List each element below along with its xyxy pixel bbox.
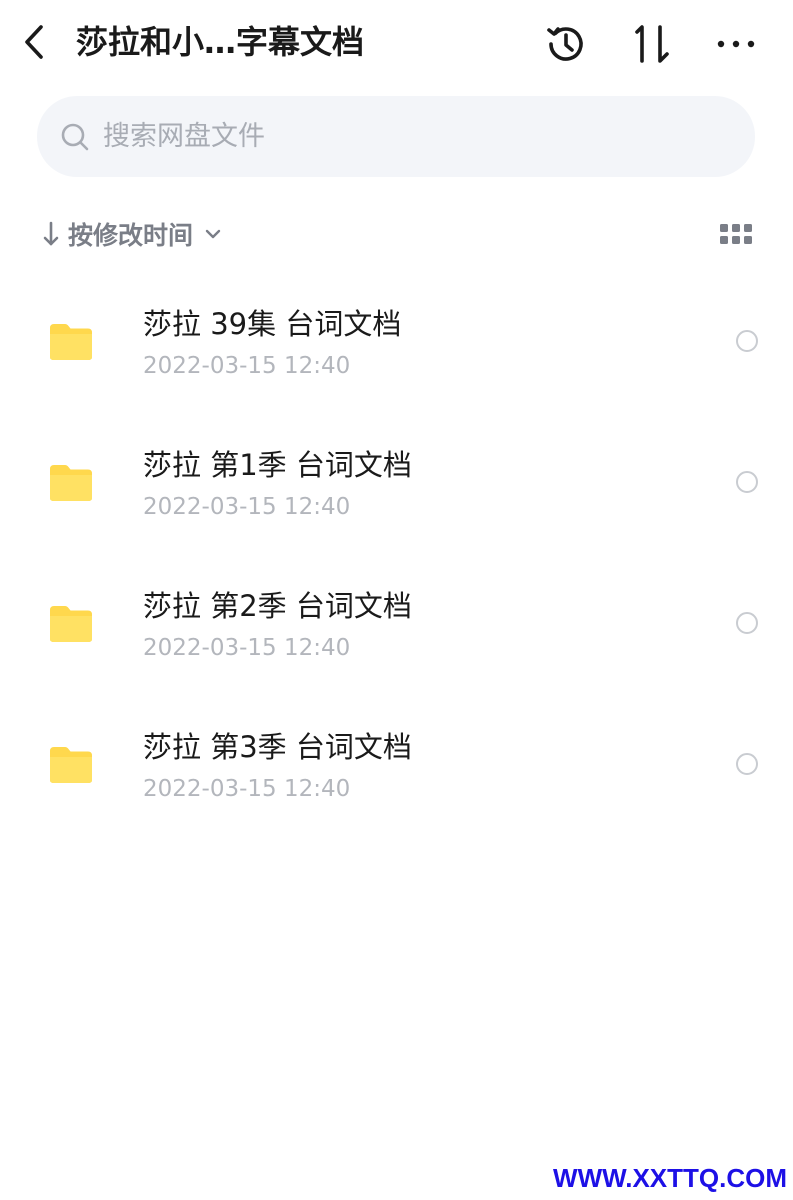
file-date: 2022-03-15 12:40	[143, 494, 351, 520]
grid-view-button[interactable]	[712, 214, 760, 254]
list-item[interactable]: 莎拉 第2季 台词文档 2022-03-15 12:40	[0, 554, 793, 695]
file-list: 莎拉 39集 台词文档 2022-03-15 12:40 莎拉 第1季 台词文档…	[0, 272, 793, 836]
grid-view-icon	[720, 224, 752, 244]
file-name: 莎拉 39集 台词文档	[143, 307, 402, 341]
file-date: 2022-03-15 12:40	[143, 635, 351, 661]
list-item[interactable]: 莎拉 第3季 台词文档 2022-03-15 12:40	[0, 695, 793, 836]
folder-icon	[50, 606, 92, 642]
more-icon	[717, 40, 755, 48]
history-icon	[547, 27, 583, 61]
sort-transfer-icon	[635, 25, 669, 63]
search-bar[interactable]	[37, 96, 755, 177]
more-button[interactable]	[712, 20, 760, 68]
page-title: 莎拉和小…字幕文档	[76, 23, 365, 61]
back-button[interactable]	[14, 22, 54, 62]
transfer-button[interactable]	[628, 20, 676, 68]
search-icon	[59, 121, 91, 153]
list-item[interactable]: 莎拉 39集 台词文档 2022-03-15 12:40	[0, 272, 793, 413]
search-input[interactable]	[101, 120, 705, 153]
file-browser-page: 莎拉和小…字幕文档 搜索网盘文件 按修改时间 莎拉 39集 台词文档 2022-…	[0, 0, 793, 1200]
sort-selector[interactable]: 按修改时间	[40, 210, 223, 258]
history-button[interactable]	[542, 20, 590, 68]
arrow-down-icon	[40, 219, 62, 249]
folder-icon	[50, 465, 92, 501]
select-checkbox[interactable]	[736, 753, 758, 775]
list-item[interactable]: 莎拉 第1季 台词文档 2022-03-15 12:40	[0, 413, 793, 554]
file-name: 莎拉 第3季 台词文档	[143, 730, 412, 764]
file-date: 2022-03-15 12:40	[143, 776, 351, 802]
file-date: 2022-03-15 12:40	[143, 353, 351, 379]
folder-icon	[50, 747, 92, 783]
back-chevron-icon	[25, 25, 43, 59]
top-bar: 莎拉和小…字幕文档	[0, 0, 793, 88]
select-checkbox[interactable]	[736, 471, 758, 493]
folder-icon	[50, 324, 92, 360]
sort-label: 按修改时间	[68, 221, 194, 250]
select-checkbox[interactable]	[736, 612, 758, 634]
chevron-down-icon	[203, 224, 223, 244]
select-checkbox[interactable]	[736, 330, 758, 352]
watermark-text: WWW.XXTTQ.COM	[553, 1163, 787, 1193]
file-name: 莎拉 第1季 台词文档	[143, 448, 412, 482]
file-name: 莎拉 第2季 台词文档	[143, 589, 412, 623]
